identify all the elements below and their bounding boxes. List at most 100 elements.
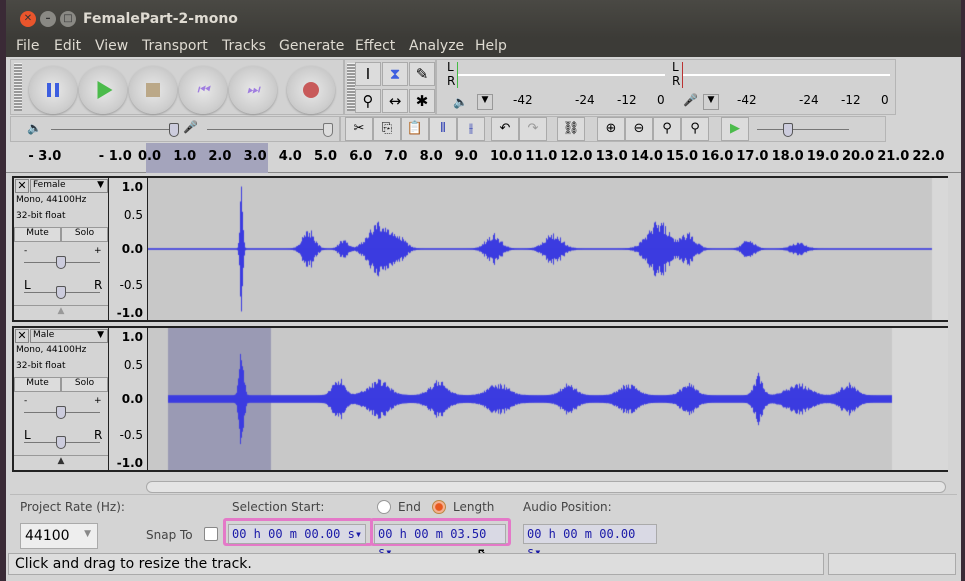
selection-length-field[interactable]: 00 h 00 m 03.50 s▾	[374, 524, 506, 559]
trim-button[interactable]: ⫴	[429, 117, 457, 141]
mute-button[interactable]: Mute	[14, 227, 61, 242]
audio-position-field[interactable]: 00 h 00 m 00.00 s▾	[523, 524, 657, 559]
project-rate-combo[interactable]: 44100 ▼	[20, 523, 98, 549]
skip-start-button[interactable]: ⏮	[179, 66, 227, 114]
ruler-tick-label: 5.0	[314, 149, 338, 164]
selection-start-field[interactable]: 00 h 00 m 00.00 s▾	[228, 524, 366, 544]
undo-button[interactable]: ↶	[491, 117, 519, 141]
menu-analyze[interactable]: Analyze	[409, 38, 464, 54]
meter-rec-left-label: L	[672, 60, 679, 74]
track-name: Female	[33, 180, 66, 190]
collapse-track-button[interactable]: ▲	[14, 455, 108, 470]
slider-thumb[interactable]	[783, 123, 793, 137]
ruler-tick-label: 21.0	[877, 149, 910, 164]
menu-effect[interactable]: Effect	[355, 38, 395, 54]
menu-tracks[interactable]: Tracks	[222, 38, 266, 54]
mute-button[interactable]: Mute	[14, 377, 61, 392]
scale-label: 0.5	[123, 208, 143, 222]
menu-generate[interactable]: Generate	[279, 38, 344, 54]
record-meter[interactable]	[682, 62, 890, 88]
gain-plus-label: +	[94, 246, 102, 256]
menu-edit[interactable]: Edit	[54, 38, 81, 54]
fit-selection-button[interactable]: ⚲	[653, 117, 681, 141]
timeline-ruler[interactable]: - 3.0 - 1.0 0.0 1.0 2.0 3.0 4.0 5.0 6.0 7.0 8.0 9.0…	[6, 143, 961, 173]
playback-meter-dropdown[interactable]: ▼	[477, 94, 493, 110]
selection-start-label: Selection Start:	[232, 500, 325, 514]
skip-end-button[interactable]: ⏭	[229, 66, 277, 114]
menu-file[interactable]: File	[16, 38, 39, 54]
silence-button[interactable]: ⫲	[457, 117, 485, 141]
window-title: FemalePart-2-mono	[83, 11, 238, 27]
slider-thumb[interactable]	[169, 123, 179, 137]
solo-button[interactable]: Solo	[61, 377, 108, 392]
minimize-button[interactable]: –	[40, 11, 56, 27]
copy-button[interactable]: ⎘	[373, 117, 401, 141]
stop-button[interactable]	[129, 66, 177, 114]
menu-transport[interactable]: Transport	[142, 38, 208, 54]
scale-label: 0.0	[121, 392, 143, 406]
collapse-track-button[interactable]: ▲	[14, 305, 108, 320]
ruler-tick-label: 7.0	[384, 149, 408, 164]
ruler-tick-label: 14.0	[630, 149, 663, 164]
sync-lock-button[interactable]: ⛓	[557, 117, 585, 141]
playback-volume-slider[interactable]	[51, 129, 175, 130]
meter-tick: -12	[617, 93, 637, 107]
redo-button[interactable]: ↷	[519, 117, 547, 141]
track-menu-button[interactable]: Male ▼	[30, 329, 108, 343]
fit-project-button[interactable]: ⚲	[681, 117, 709, 141]
slider-thumb[interactable]	[323, 123, 333, 137]
menu-view[interactable]: View	[95, 38, 128, 54]
audio-track-female[interactable]: ✕ Female ▼ Mono, 44100Hz 32-bit float Mut…	[12, 176, 948, 322]
ruler-tick-label: 0.0	[138, 149, 162, 164]
cut-button[interactable]: ✂	[345, 117, 373, 141]
waveform[interactable]	[148, 328, 948, 470]
ruler-tick-label: 12.0	[560, 149, 593, 164]
timeshift-tool[interactable]: ↔	[382, 89, 408, 113]
track-bit-depth: 32-bit float	[16, 211, 66, 221]
scale-label: 1.0	[121, 180, 143, 194]
ruler-tick-label: 18.0	[771, 149, 804, 164]
project-rate-value: 44100	[25, 528, 70, 544]
end-radio[interactable]	[377, 500, 391, 514]
play-at-speed-button[interactable]: ▶	[721, 117, 749, 141]
status-text: Click and drag to resize the track.	[15, 556, 252, 572]
envelope-tool[interactable]: ⧗	[382, 62, 408, 86]
menu-help[interactable]: Help	[475, 38, 507, 54]
track-menu-button[interactable]: Female ▼	[30, 179, 108, 193]
slider-thumb[interactable]	[56, 256, 66, 269]
solo-button[interactable]: Solo	[61, 227, 108, 242]
horizontal-scrollbar[interactable]	[146, 481, 946, 493]
audio-track-male[interactable]: ✕ Male ▼ Mono, 44100Hz 32-bit float Mute …	[12, 326, 948, 472]
microphone-icon: 🎤	[683, 93, 698, 107]
slider-thumb[interactable]	[56, 406, 66, 419]
toolbar-grip[interactable]	[14, 63, 22, 111]
playback-meter[interactable]	[457, 62, 665, 88]
snap-to-checkbox[interactable]	[204, 527, 218, 541]
toolbar-grip[interactable]	[347, 63, 355, 111]
zoom-in-button[interactable]: ⊕	[597, 117, 625, 141]
record-volume-slider[interactable]	[207, 129, 329, 130]
draw-tool[interactable]: ✎	[409, 62, 435, 86]
maximize-button[interactable]: □	[60, 11, 76, 27]
status-bar: Click and drag to resize the track.	[8, 553, 824, 575]
play-speed-slider[interactable]	[757, 129, 849, 130]
waveform[interactable]	[148, 178, 948, 320]
ruler-tick-label: 16.0	[701, 149, 734, 164]
zoom-tool[interactable]: ⚲	[355, 89, 381, 113]
close-track-button[interactable]: ✕	[15, 329, 29, 343]
pause-button[interactable]	[29, 66, 77, 114]
close-window-button[interactable]: ✕	[20, 11, 36, 27]
slider-thumb[interactable]	[56, 286, 66, 299]
play-button[interactable]	[79, 66, 127, 114]
track-bit-depth: 32-bit float	[16, 361, 66, 371]
zoom-out-button[interactable]: ⊖	[625, 117, 653, 141]
slider-thumb[interactable]	[56, 436, 66, 449]
close-track-button[interactable]: ✕	[15, 179, 29, 193]
record-button[interactable]	[287, 66, 335, 114]
paste-button[interactable]: 📋	[401, 117, 429, 141]
track-name: Male	[33, 330, 55, 340]
multi-tool[interactable]: ✱	[409, 89, 435, 113]
length-radio[interactable]	[432, 500, 446, 514]
record-meter-dropdown[interactable]: ▼	[703, 94, 719, 110]
selection-tool[interactable]: I	[355, 62, 381, 86]
